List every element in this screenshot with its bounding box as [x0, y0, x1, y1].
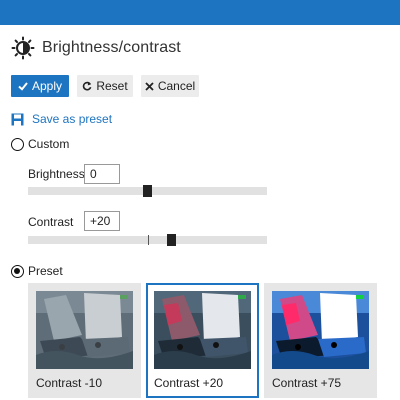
- brightness-input[interactable]: [84, 164, 120, 184]
- refresh-icon: [82, 81, 92, 91]
- dialog-header: Brightness/contrast: [11, 36, 181, 60]
- custom-radio[interactable]: [11, 137, 24, 151]
- contrast-label: Contrast: [28, 215, 74, 229]
- reset-button[interactable]: Reset: [77, 75, 133, 97]
- preset-option[interactable]: Preset: [11, 263, 63, 279]
- brightness-slider-thumb[interactable]: [143, 185, 152, 197]
- contrast-slider[interactable]: [28, 234, 267, 246]
- preset-item-label: Contrast -10: [36, 376, 103, 390]
- preset-item-contrast-plus-20[interactable]: Contrast +20: [146, 283, 259, 398]
- preset-item-label: Contrast +20: [154, 376, 224, 390]
- brightness-slider[interactable]: [28, 185, 267, 197]
- contrast-input[interactable]: [84, 211, 120, 231]
- save-icon: [11, 113, 24, 125]
- cancel-label: Cancel: [157, 79, 196, 93]
- brightness-label: Brightness: [28, 167, 85, 181]
- title-bar: [0, 0, 400, 25]
- apply-label: Apply: [31, 79, 63, 93]
- apply-button[interactable]: Apply: [11, 75, 69, 97]
- custom-option[interactable]: Custom: [11, 136, 69, 152]
- preset-thumbnail-image: [36, 291, 133, 369]
- preset-list: Contrast -10 Contrast +20 Contrast +75: [28, 283, 382, 398]
- preset-thumbnail-image: [154, 291, 251, 369]
- preset-item-label: Contrast +75: [272, 376, 342, 390]
- custom-label: Custom: [28, 137, 70, 151]
- dialog-title: Brightness/contrast: [42, 39, 181, 56]
- cancel-button[interactable]: Cancel: [141, 75, 199, 97]
- brightness-icon: [11, 36, 35, 60]
- contrast-slider-thumb[interactable]: [166, 234, 176, 246]
- checkmark-icon: [18, 81, 28, 91]
- preset-radio[interactable]: [11, 264, 24, 278]
- preset-item-contrast-minus-10[interactable]: Contrast -10: [28, 283, 141, 398]
- close-icon: [145, 81, 154, 91]
- preset-item-contrast-plus-75[interactable]: Contrast +75: [264, 283, 377, 398]
- contrast-reference-tick: [147, 235, 149, 245]
- save-preset-link[interactable]: Save as preset: [11, 111, 112, 127]
- reset-label: Reset: [96, 79, 128, 93]
- preset-label: Preset: [28, 264, 63, 278]
- preset-thumbnail-image: [272, 291, 369, 369]
- save-preset-label: Save as preset: [32, 112, 113, 126]
